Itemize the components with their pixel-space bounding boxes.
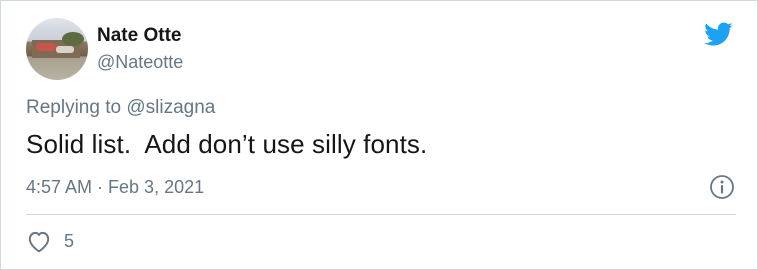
author-handle[interactable]: @Nateotte <box>97 52 183 73</box>
tweet-card: Nate Otte @Nateotte Replying to @slizagn… <box>0 0 758 270</box>
replying-mention[interactable]: @slizagna <box>126 97 215 118</box>
replying-to: Replying to @slizagna <box>26 97 215 119</box>
like-button[interactable]: 5 <box>26 229 74 253</box>
twitter-bird-icon[interactable] <box>701 19 735 49</box>
tweet-timestamp[interactable]: 4:57 AM · Feb 3, 2021 <box>26 177 204 198</box>
replying-prefix: Replying to <box>26 97 127 118</box>
like-count: 5 <box>64 230 75 251</box>
avatar-shrub <box>62 32 84 46</box>
divider <box>26 214 736 215</box>
info-icon[interactable] <box>709 174 735 200</box>
avatar-graffiti <box>36 43 56 51</box>
avatar-graffiti-light <box>56 46 74 53</box>
author-name[interactable]: Nate Otte <box>97 25 181 47</box>
avatar[interactable] <box>26 18 88 80</box>
tweet-text: Solid list. Add don’t use silly fonts. <box>26 129 428 159</box>
heart-icon <box>28 231 50 253</box>
